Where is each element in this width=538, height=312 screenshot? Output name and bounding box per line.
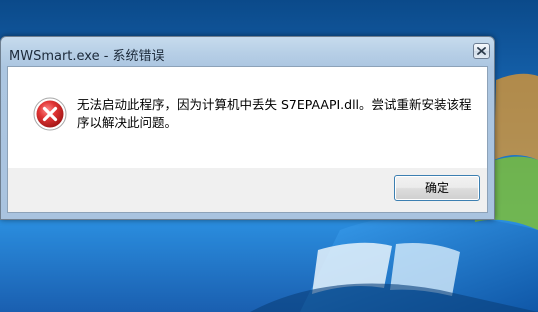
close-icon (477, 47, 486, 55)
dialog-title: MWSmart.exe - 系统错误 (9, 49, 165, 64)
ok-button[interactable]: 确定 (394, 175, 480, 201)
message-area: 无法启动此程序，因为计算机中丢失 S7EPAAPI.dll。尝试重新安装该程序以… (8, 67, 487, 168)
dialog-body: 无法启动此程序，因为计算机中丢失 S7EPAAPI.dll。尝试重新安装该程序以… (7, 66, 488, 213)
error-message: 无法启动此程序，因为计算机中丢失 S7EPAAPI.dll。尝试重新安装该程序以… (77, 97, 472, 130)
dialog-titlebar[interactable]: MWSmart.exe - 系统错误 (1, 37, 494, 67)
close-button[interactable] (473, 43, 490, 59)
error-dialog: MWSmart.exe - 系统错误 无法启动此程序，因为计算机中丢失 S7EP… (0, 36, 495, 220)
error-icon (33, 97, 67, 131)
